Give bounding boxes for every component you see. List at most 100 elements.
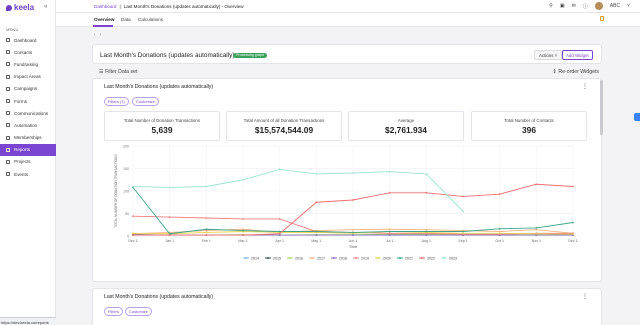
data-point-2022 [278, 232, 281, 235]
data-point-2017 [352, 228, 354, 231]
stat-card: Total Number of Contacts 396 [471, 111, 587, 141]
data-point-2022 [535, 183, 538, 186]
next-page-button[interactable]: › [100, 32, 102, 38]
tab-calculations[interactable]: Calculations [138, 17, 163, 22]
stat-card: Average $2,761.934 [348, 111, 464, 141]
more-options-icon[interactable]: ⋮ [582, 83, 588, 90]
data-point-2021 [425, 230, 428, 233]
data-point-2022 [425, 191, 428, 194]
x-tick-label: Jun 1 [349, 239, 358, 243]
gift-icon[interactable]: ▣ [560, 3, 565, 9]
sidebar-item-label: Events [14, 171, 29, 177]
y-axis-label: TOTAL NUMBER OF DONATION TRANSACTIONS [114, 154, 118, 227]
sidebar-item-forms[interactable]: Forms [0, 95, 56, 107]
x-tick-label: Nov 1 [532, 239, 541, 243]
sidebar-item-label: Fundraising [14, 61, 39, 67]
scrollbar[interactable] [600, 80, 603, 135]
events-icon [6, 172, 10, 177]
sidebar-item-dashboard[interactable]: Dashboard [0, 34, 56, 46]
status-url: https://dev.keela.co/reports [0, 317, 56, 325]
x-tick-label: Aug 1 [422, 239, 431, 243]
sidebar: keela « MENU Dashboard Contacts Fundraisin… [0, 0, 56, 325]
data-point-2020 [535, 232, 538, 235]
data-point-2023 [242, 178, 244, 181]
tab-overview[interactable]: Overview [94, 17, 114, 22]
x-tick-label: Jul 1 [386, 239, 394, 243]
sidebar-item-automation[interactable]: Automation [0, 119, 56, 131]
legend-label: 2019 [361, 256, 369, 260]
sidebar-menu: Dashboard Contacts Fundraising Impact Areas… [0, 34, 56, 180]
stat-label: Total Number of Contacts [504, 118, 554, 123]
sidebar-item-memberships[interactable]: Memberships [0, 132, 56, 144]
data-point-2019 [168, 216, 171, 218]
customize-pill[interactable]: Customize [125, 307, 152, 316]
reorder-widgets-button[interactable]: ⇕ Re-order Widgets [553, 69, 599, 75]
legend-marker-2015 [267, 257, 269, 259]
sidebar-item-fundraising[interactable]: Fundraising [0, 58, 56, 70]
sidebar-item-communications[interactable]: Communications [0, 107, 56, 119]
collapse-sidebar-icon[interactable]: « [44, 4, 47, 10]
data-point-2023 [462, 210, 464, 213]
data-point-2018 [315, 234, 318, 236]
donations-line-chart: 0 50 100 150 200 Dec 1 Jan 1 Feb 1 Mar 1 Apr 1 May… [114, 145, 578, 261]
sidebar-item-label: Forms [14, 98, 28, 104]
notes-icon[interactable] [600, 16, 604, 21]
data-point-2017 [535, 228, 538, 231]
filters-pill[interactable]: Filters (1) [104, 97, 129, 106]
x-tick-label: Oct 1 [495, 239, 504, 243]
sidebar-item-reports[interactable]: Reports [0, 143, 56, 156]
sidebar-item-contacts[interactable]: Contacts [0, 46, 56, 58]
sidebar-item-campaigns[interactable]: Campaigns [0, 83, 56, 95]
data-point-2022 [388, 191, 391, 194]
filter-bar: ☰ Filter Data set ⇕ Re-order Widgets [92, 67, 602, 77]
data-point-2019 [278, 218, 281, 220]
sidebar-item-events[interactable]: Events [0, 168, 56, 180]
x-tick-label: Dec 1 [568, 239, 577, 243]
legend-marker-2016 [289, 257, 291, 259]
sidebar-item-projects[interactable]: Projects [0, 156, 56, 168]
help-icon[interactable]: ⓘ [583, 3, 588, 10]
sidebar-item-label: Projects [14, 159, 31, 165]
data-point-2019 [242, 218, 244, 220]
y-tick-label: 0 [127, 235, 129, 239]
sidebar-item-label: Reports [14, 147, 31, 153]
keela-logo[interactable]: keela [6, 3, 34, 12]
x-tick-label: Mar 1 [238, 239, 247, 243]
sidebar-item-label: Communications [14, 110, 49, 116]
data-point-2023 [425, 173, 428, 175]
previous-page-button[interactable]: ‹ [94, 32, 96, 38]
customize-pill[interactable]: Customize [132, 97, 159, 106]
data-point-2023 [132, 185, 134, 188]
legend-marker-2020 [377, 257, 379, 259]
filter-icon: ☰ [99, 69, 104, 75]
dashboard-header-card: Last Month's Donations (updates automati… [92, 44, 602, 64]
data-point-2017 [425, 228, 428, 231]
data-point-2023 [315, 173, 318, 175]
sidebar-item-impact-areas[interactable]: Impact Areas [0, 71, 56, 83]
side-panel-tab[interactable] [634, 113, 640, 121]
search-icon[interactable]: ⚲ [549, 3, 553, 9]
data-point-2023 [278, 168, 281, 171]
top-icons: ⚲ ▣ ✉ ⓘ ABC ˅ [549, 2, 630, 10]
y-tick-label: 50 [125, 212, 129, 216]
data-point-2017 [498, 230, 501, 233]
add-widget-button[interactable]: Add Widget [562, 50, 593, 60]
chevron-down-icon[interactable]: ˅ [627, 3, 630, 9]
avatar[interactable] [594, 2, 603, 10]
user-initials[interactable]: ABC [610, 3, 620, 9]
x-tick-label: Sep 1 [458, 239, 467, 243]
sidebar-item-label: Contacts [14, 49, 33, 55]
notifications-icon[interactable]: ✉ [572, 3, 576, 9]
filter-data-set-button[interactable]: ☰ Filter Data set [99, 69, 137, 75]
tab-data[interactable]: Data [121, 17, 131, 22]
y-tick-label: 100 [123, 190, 129, 194]
data-point-2021 [498, 227, 501, 230]
data-point-2020 [462, 232, 464, 235]
actions-button[interactable]: Actions ˅ [534, 50, 563, 60]
filters-pill[interactable]: Filters [104, 307, 123, 316]
more-options-icon[interactable]: ⋮ [582, 293, 588, 300]
y-tick-label: 200 [123, 145, 129, 149]
data-point-2023 [168, 186, 171, 189]
breadcrumb-dashboard-link[interactable]: Dashboard [94, 4, 116, 9]
data-point-2021 [278, 230, 281, 233]
